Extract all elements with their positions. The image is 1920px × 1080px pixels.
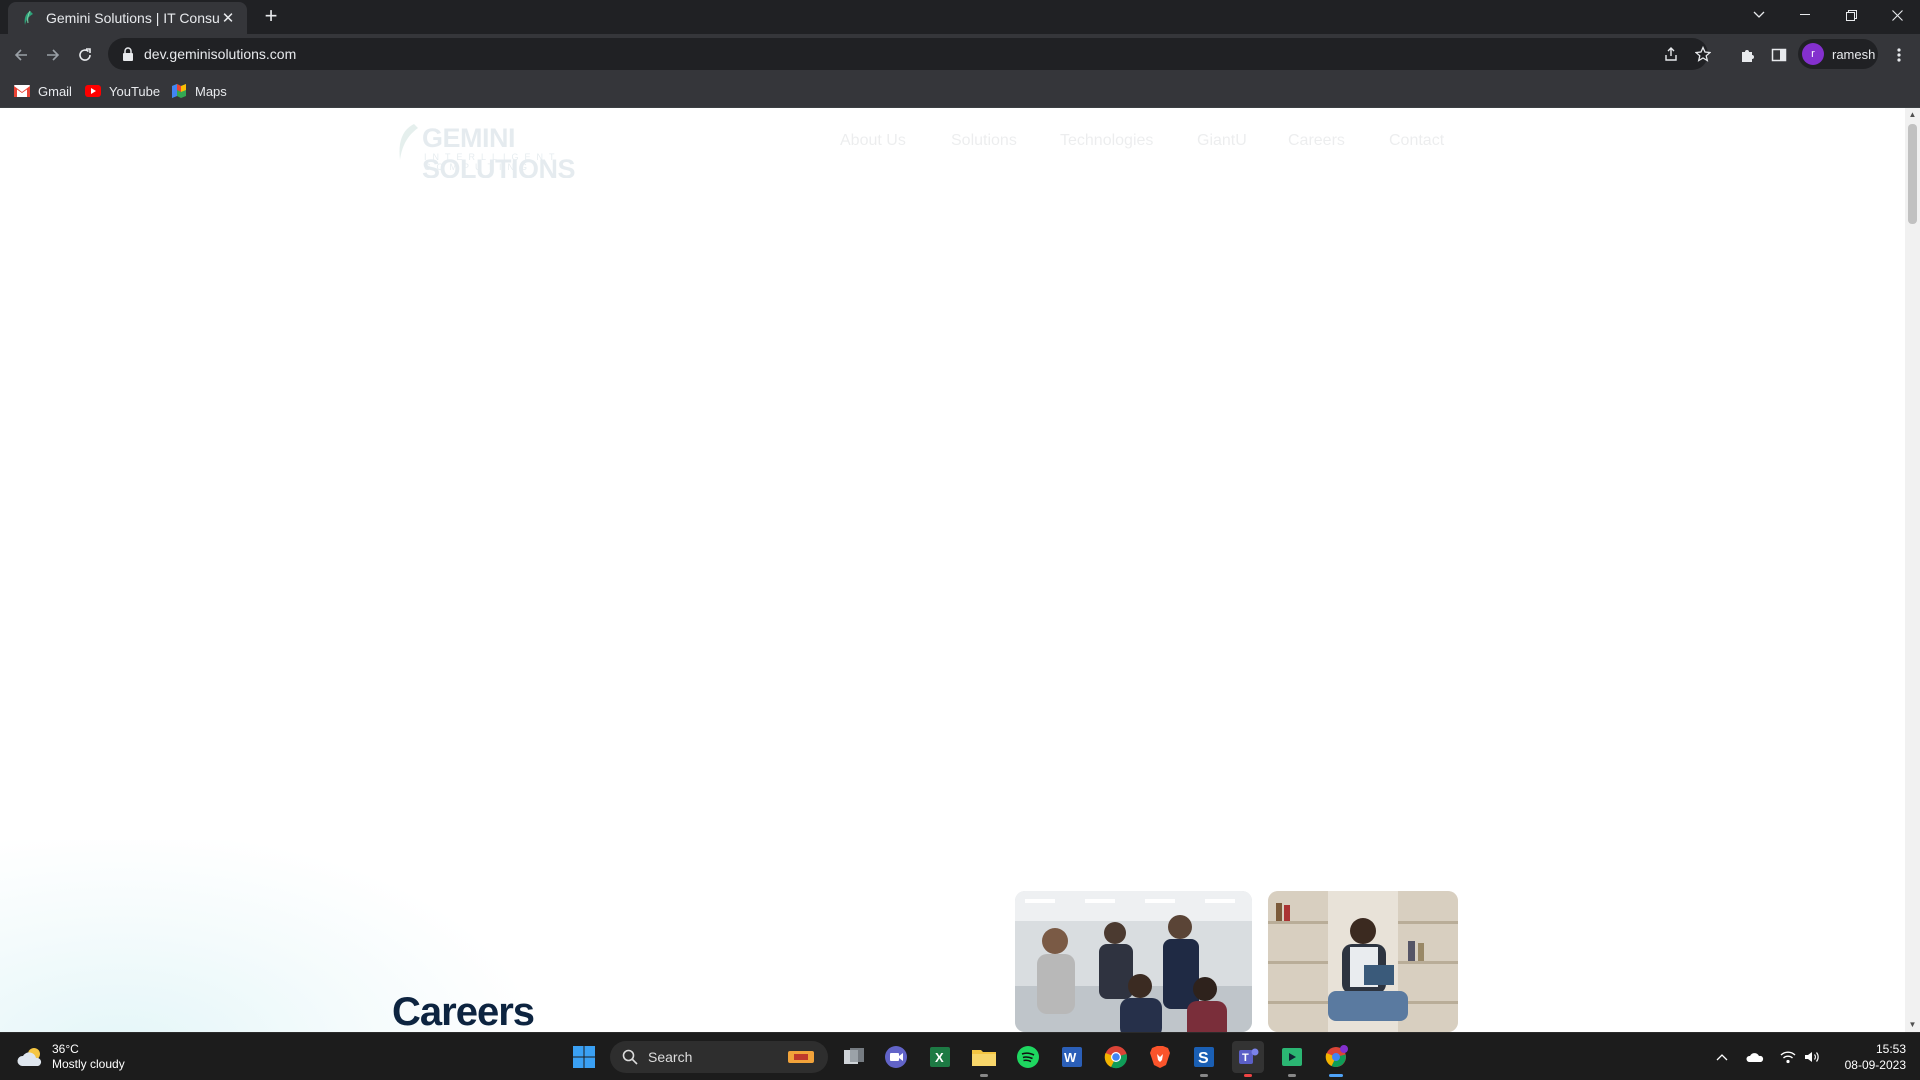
new-tab-button[interactable]: + (258, 4, 284, 30)
bookmark-maps[interactable]: Maps (171, 80, 227, 102)
bookmark-label: Gmail (38, 83, 72, 99)
weather-widget[interactable]: 36°C Mostly cloudy (16, 1041, 125, 1073)
onedrive-cloud-icon[interactable] (1746, 1041, 1764, 1073)
kebab-menu-icon[interactable] (1884, 40, 1914, 70)
careers-heading: Careers (392, 990, 535, 1034)
bookmark-star-icon[interactable] (1695, 38, 1711, 70)
bookmarks-bar: Gmail YouTube Maps (0, 74, 1920, 108)
gmail-icon (14, 83, 30, 99)
volume-icon[interactable] (1804, 1041, 1820, 1073)
bookmark-label: YouTube (109, 83, 161, 99)
windows-taskbar: 36°C Mostly cloudy Search X W S T 15:53 … (0, 1032, 1920, 1080)
tab-title: Gemini Solutions | IT Consulting, (46, 10, 219, 26)
scroll-up-arrow-icon[interactable]: ▲ (1905, 108, 1920, 122)
tab-close-icon[interactable]: ✕ (219, 9, 237, 27)
url-text: dev.geminisolutions.com (144, 46, 297, 62)
media-player-icon[interactable] (1276, 1041, 1308, 1077)
gemini-leaf-icon (399, 124, 418, 160)
word-icon[interactable]: W (1056, 1041, 1088, 1073)
windows-start-icon[interactable] (568, 1041, 600, 1073)
nav-about-us[interactable]: About Us (840, 132, 906, 150)
logo-tagline: INTERLLIGENT COMPUTING (424, 152, 561, 172)
teams-icon[interactable]: T (1232, 1041, 1264, 1077)
hero-area (0, 178, 1905, 948)
svg-text:S: S (1198, 1050, 1209, 1067)
page-scrollbar[interactable]: ▲ ▼ (1905, 108, 1920, 1032)
teams-meet-icon[interactable] (880, 1041, 912, 1073)
restore-button[interactable] (1828, 0, 1874, 30)
svg-text:X: X (935, 1050, 944, 1065)
show-hidden-icons-chevron-icon[interactable] (1716, 1041, 1728, 1073)
close-window-button[interactable] (1874, 0, 1920, 30)
file-explorer-icon[interactable] (968, 1041, 1000, 1077)
clock-time: 15:53 (1875, 1042, 1906, 1056)
wifi-icon[interactable] (1780, 1041, 1796, 1073)
search-label: Search (648, 1049, 693, 1065)
task-view-icon[interactable] (838, 1041, 870, 1073)
careers-section (0, 840, 1905, 1032)
nav-technologies[interactable]: Technologies (1060, 132, 1153, 150)
browser-toolbar: dev.geminisolutions.com r ramesh (0, 34, 1920, 74)
browser-tab-strip: Gemini Solutions | IT Consulting, ✕ + (0, 0, 1920, 34)
forward-button[interactable] (38, 40, 68, 70)
profile-button[interactable]: r ramesh (1798, 39, 1878, 69)
weather-desc: Mostly cloudy (52, 1057, 125, 1071)
extensions-puzzle-icon[interactable] (1732, 40, 1762, 70)
careers-reading-photo (1268, 891, 1458, 1032)
avatar: r (1802, 43, 1824, 65)
search-highlight-icon (788, 1051, 814, 1063)
clock-date: 08-09-2023 (1844, 1058, 1906, 1072)
site-header: GEMINI SOLUTIONS INTERLLIGENT COMPUTING … (0, 108, 1905, 184)
sketch-s-app-icon[interactable]: S (1188, 1041, 1220, 1077)
bookmark-gmail[interactable]: Gmail (14, 80, 72, 102)
back-button[interactable] (6, 40, 36, 70)
nav-contact[interactable]: Contact (1389, 132, 1444, 150)
chrome-icon[interactable] (1100, 1041, 1132, 1073)
chrome-profile-icon[interactable] (1320, 1041, 1352, 1077)
tab-search-chevron-icon[interactable] (1736, 0, 1782, 30)
svg-text:W: W (1064, 1050, 1077, 1065)
taskbar-clock[interactable]: 15:53 08-09-2023 (1836, 1041, 1906, 1073)
nav-solutions[interactable]: Solutions (951, 132, 1017, 150)
site-logo[interactable]: GEMINI SOLUTIONS INTERLLIGENT COMPUTING (392, 120, 648, 184)
profile-name: ramesh (1832, 46, 1876, 62)
page-viewport: GEMINI SOLUTIONS INTERLLIGENT COMPUTING … (0, 108, 1905, 1032)
bookmark-youtube[interactable]: YouTube (85, 80, 160, 102)
address-bar[interactable]: dev.geminisolutions.com (108, 38, 1711, 70)
gemini-favicon-icon (24, 10, 33, 25)
weather-temp: 36°C (52, 1042, 79, 1056)
taskbar-search[interactable]: Search (610, 1041, 828, 1073)
youtube-icon (85, 83, 101, 99)
bookmark-label: Maps (195, 83, 227, 99)
brave-icon[interactable] (1144, 1041, 1176, 1073)
share-icon[interactable] (1663, 38, 1679, 70)
cloud-icon (17, 1048, 42, 1066)
excel-icon[interactable]: X (924, 1041, 956, 1073)
nav-careers[interactable]: Careers (1288, 132, 1345, 150)
reload-button[interactable] (70, 40, 100, 70)
maps-icon (171, 83, 187, 99)
scrollbar-thumb[interactable] (1908, 124, 1917, 224)
scroll-down-arrow-icon[interactable]: ▼ (1905, 1018, 1920, 1032)
minimize-button[interactable] (1782, 0, 1828, 30)
browser-tab-active[interactable]: Gemini Solutions | IT Consulting, ✕ (8, 2, 247, 34)
svg-text:T: T (1242, 1052, 1249, 1064)
spotify-icon[interactable] (1012, 1041, 1044, 1073)
search-icon (622, 1049, 638, 1065)
lock-icon (123, 47, 133, 61)
careers-team-photo (1015, 891, 1252, 1032)
nav-giantu[interactable]: GiantU (1197, 132, 1247, 150)
side-panel-icon[interactable] (1764, 40, 1794, 70)
